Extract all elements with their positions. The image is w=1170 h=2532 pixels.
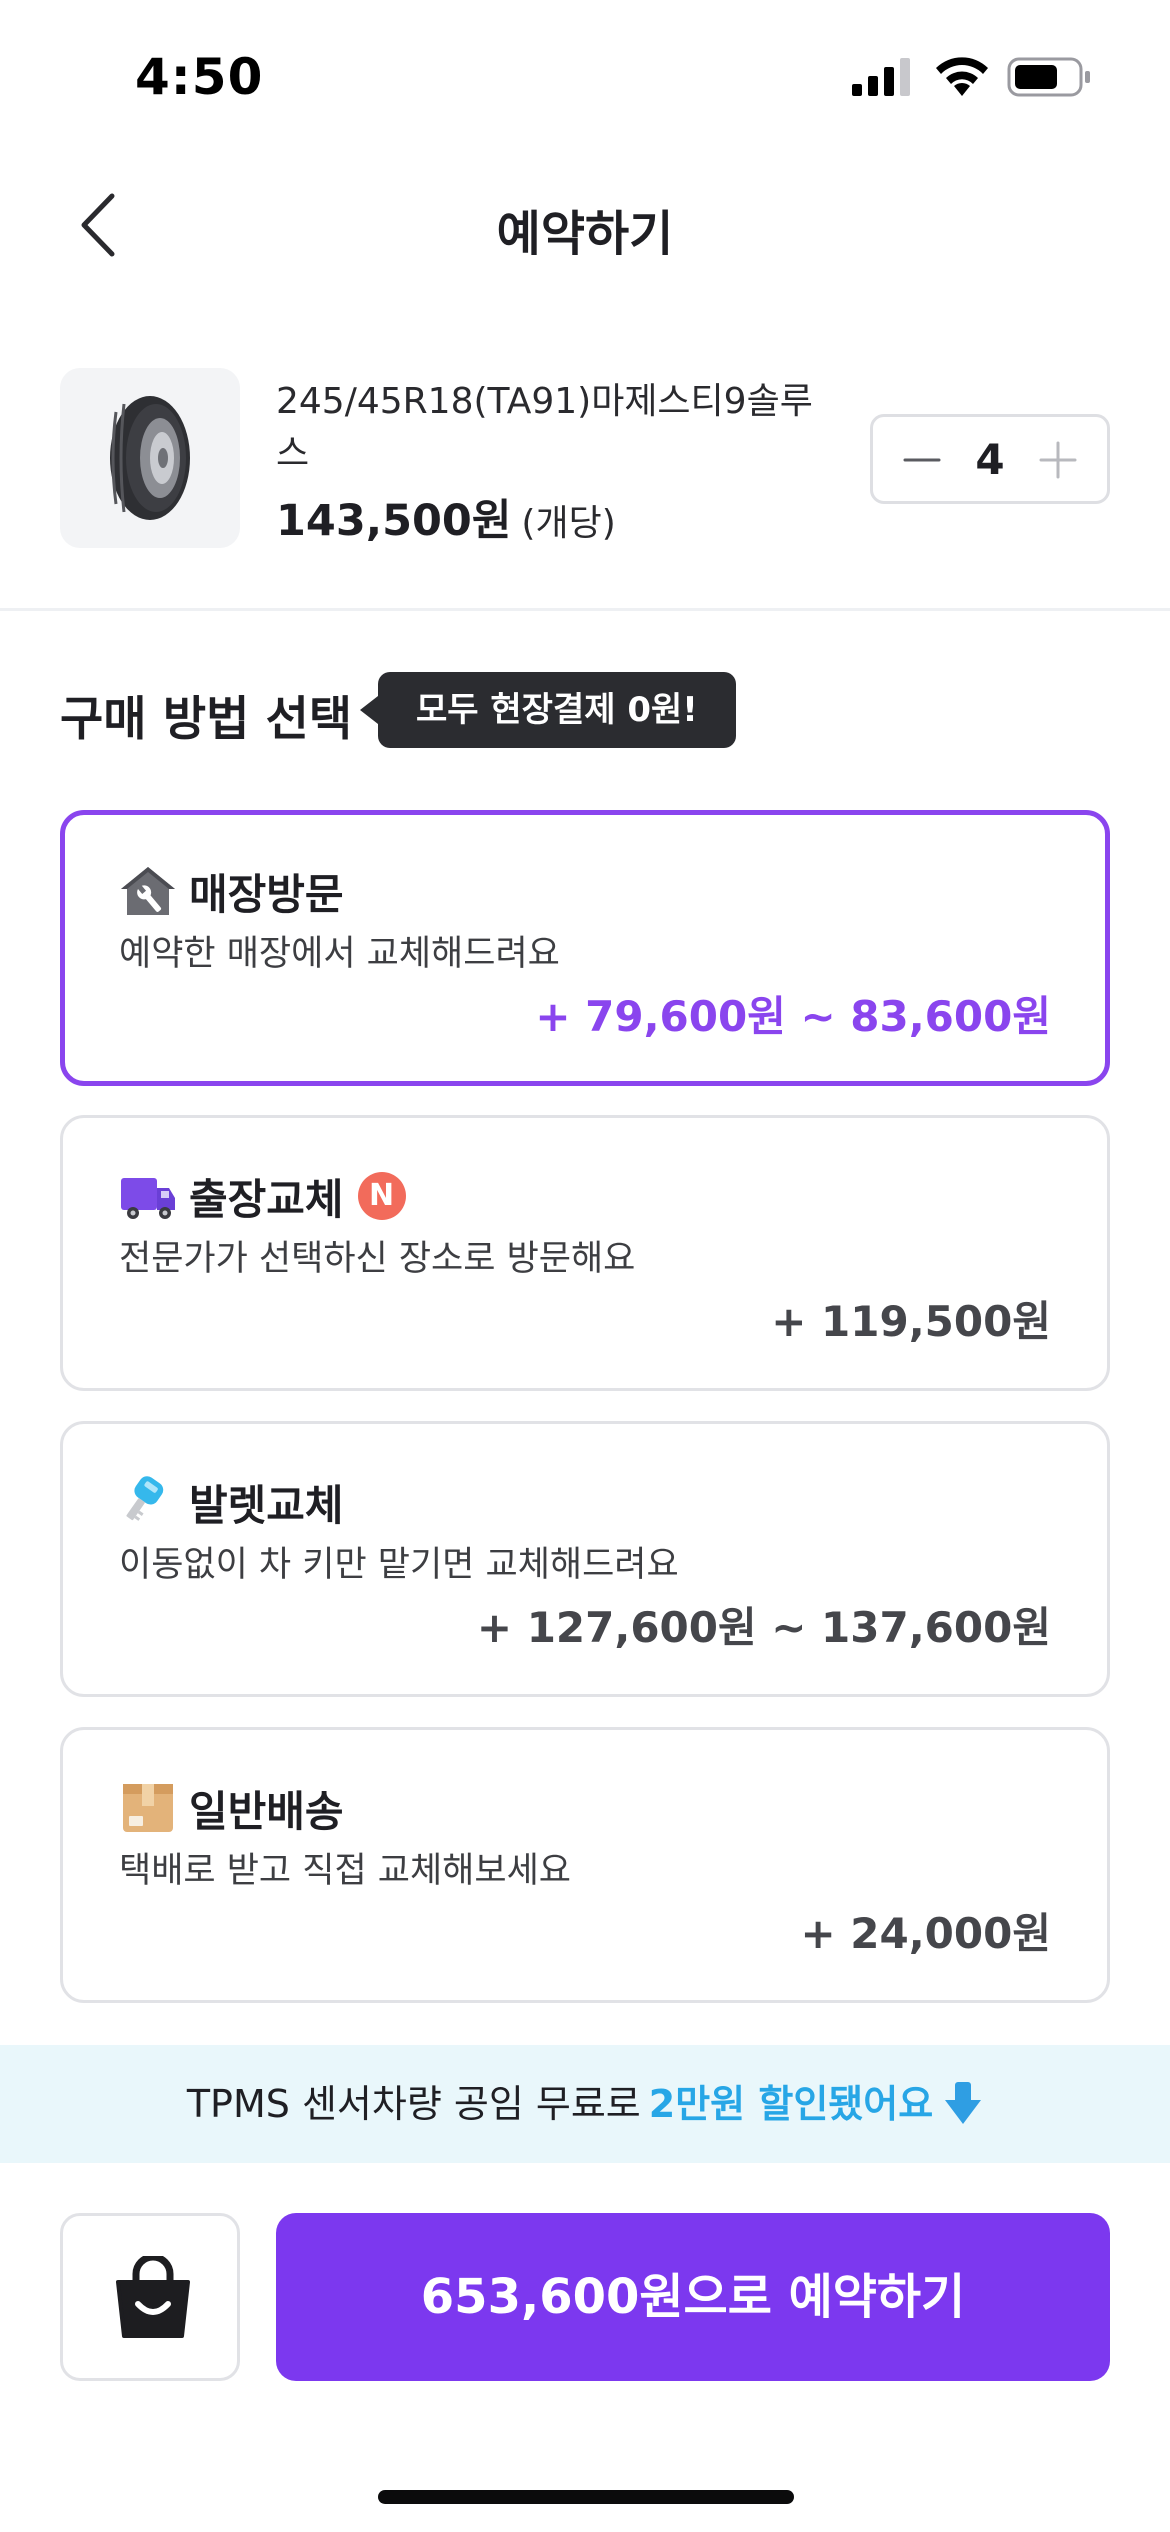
page-title: 예약하기 xyxy=(496,206,674,262)
option-title: 발렛교체 xyxy=(189,1480,344,1530)
tire-icon xyxy=(110,396,190,520)
quantity-stepper: 4 xyxy=(870,414,1110,504)
option-title: 매장방문 xyxy=(189,869,344,919)
nav-bar: 예약하기 xyxy=(0,150,1170,300)
car-key-icon xyxy=(126,1476,164,1521)
option-card-store-visit[interactable]: 매장방문 예약한 매장에서 교체해드려요 + 79,600원 ~ 83,600원 xyxy=(60,810,1110,1086)
card-header: 출장교체 N xyxy=(119,1168,406,1224)
option-card-mobile-service[interactable]: 출장교체 N 전문가가 선택하신 장소로 방문해요 + 119,500원 xyxy=(60,1115,1110,1391)
option-title: 일반배송 xyxy=(189,1786,344,1836)
option-price: + 24,000원 xyxy=(800,1909,1051,1958)
signal-icon xyxy=(852,58,910,96)
promo-text: TPMS 센서차량 공임 무료로 xyxy=(186,2082,641,2126)
option-description: 이동없이 차 키만 맡기면 교체해드려요 xyxy=(119,1545,679,1585)
down-arrow-icon xyxy=(945,2081,982,2124)
reserve-button[interactable]: 653,600원으로 예약하기 xyxy=(276,2213,1110,2381)
option-card-valet-service[interactable]: 발렛교체 이동없이 차 키만 맡기면 교체해드려요 + 127,600원 ~ 1… xyxy=(60,1421,1110,1697)
product-name: 245/45R18(TA91)마제스티9솔루스 xyxy=(276,381,813,474)
product-row: 245/45R18(TA91)마제스티9솔루스 143,500원 (개당) 4 xyxy=(0,368,1170,548)
option-description: 택배로 받고 직접 교체해보세요 xyxy=(119,1851,571,1891)
section-divider xyxy=(0,608,1170,611)
option-description: 전문가가 선택하신 장소로 방문해요 xyxy=(119,1239,636,1279)
card-header: 발렛교체 xyxy=(119,1474,344,1530)
option-card-standard-delivery[interactable]: 일반배송 택배로 받고 직접 교체해보세요 + 24,000원 xyxy=(60,1727,1110,2003)
product-thumbnail xyxy=(60,368,240,548)
product-price-line: 143,500원 (개당) xyxy=(276,486,616,548)
home-indicator[interactable] xyxy=(378,2490,794,2504)
payment-tooltip: 모두 현장결제 0원! xyxy=(360,672,736,748)
option-description: 예약한 매장에서 교체해드려요 xyxy=(119,934,560,974)
card-header: 매장방문 xyxy=(119,863,344,919)
shop-repair-icon xyxy=(121,867,175,915)
wifi-icon xyxy=(936,57,988,96)
battery-icon xyxy=(1007,57,1090,97)
product-price: 143,500원 xyxy=(276,496,512,546)
delivery-truck-icon xyxy=(121,1178,175,1219)
status-bar: 4:50 xyxy=(0,0,1170,150)
plus-icon[interactable] xyxy=(1035,437,1081,483)
card-header: 일반배송 xyxy=(119,1780,344,1836)
cart-button[interactable] xyxy=(60,2213,240,2381)
status-time: 4:50 xyxy=(135,48,264,106)
promo-highlight: 2만원 할인됐어요 xyxy=(648,2082,934,2126)
product-price-unit: (개당) xyxy=(521,503,616,544)
option-title: 출장교체 xyxy=(189,1174,344,1224)
option-price: + 79,600원 ~ 83,600원 xyxy=(535,992,1051,1041)
package-box-icon xyxy=(123,1784,173,1832)
option-price: + 127,600원 ~ 137,600원 xyxy=(476,1603,1051,1652)
section-title: 구매 방법 선택 xyxy=(60,692,353,747)
promo-banner: TPMS 센서차량 공임 무료로 2만원 할인됐어요 xyxy=(0,2045,1170,2163)
shopping-bag-icon xyxy=(116,2256,190,2338)
option-price: + 119,500원 xyxy=(771,1297,1051,1346)
new-badge: N xyxy=(357,1172,406,1220)
